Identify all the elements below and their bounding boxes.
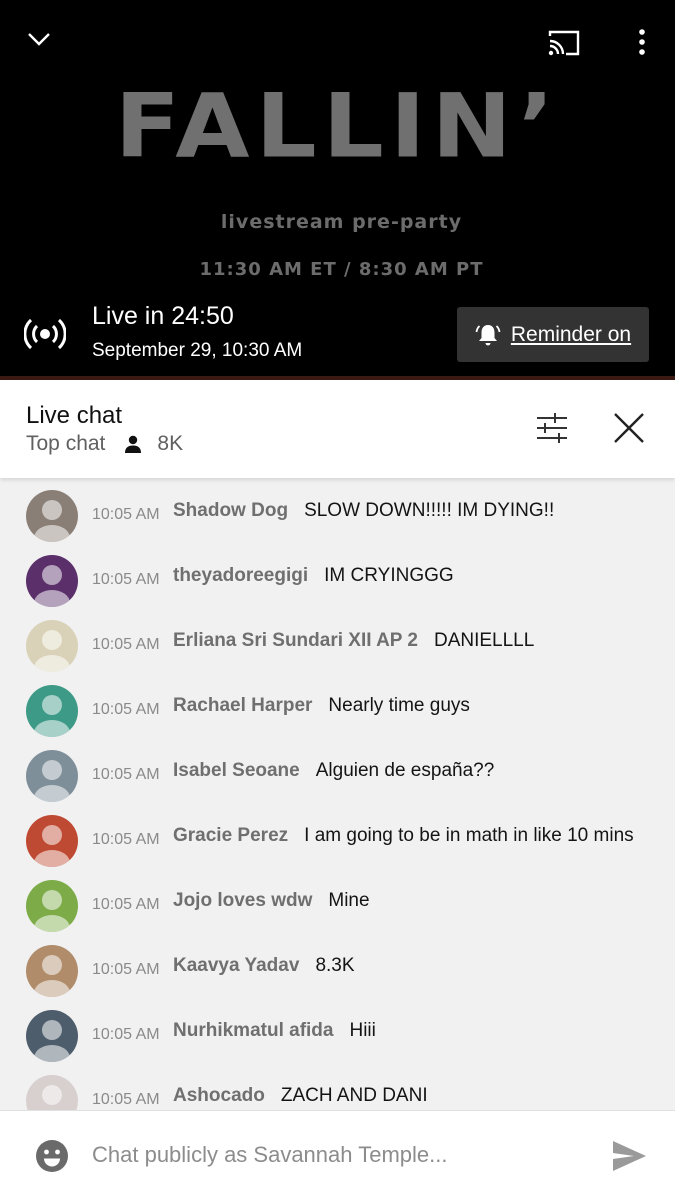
avatar[interactable]: [26, 555, 78, 607]
filter-icon[interactable]: [531, 408, 571, 448]
message-time: 10:05 AM: [92, 896, 160, 913]
message-time: 10:05 AM: [92, 961, 160, 978]
message-author[interactable]: Erliana Sri Sundari XII AP 2: [173, 630, 418, 651]
message-text: DANIELLLL: [433, 630, 535, 651]
chat-message[interactable]: 10:05 AM Rachael Harper Nearly time guys: [0, 678, 675, 743]
message-text: 8.3K: [315, 955, 355, 976]
chat-mode-label: Top chat: [26, 432, 106, 455]
cast-icon[interactable]: [544, 26, 584, 60]
chat-message[interactable]: 10:05 AM Nurhikmatul afida Hiii: [0, 1003, 675, 1068]
emoji-icon[interactable]: [34, 1138, 70, 1174]
avatar[interactable]: [26, 620, 78, 672]
message-time: 10:05 AM: [92, 636, 160, 653]
avatar[interactable]: [26, 490, 78, 542]
message-text: I am going to be in math in like 10 mins: [304, 825, 634, 846]
close-icon[interactable]: [610, 409, 648, 447]
avatar[interactable]: [26, 1010, 78, 1062]
live-countdown: Live in 24:50: [92, 302, 234, 330]
reminder-button[interactable]: Reminder on: [457, 307, 649, 362]
chat-input[interactable]: [92, 1137, 562, 1173]
avatar[interactable]: [26, 880, 78, 932]
avatar[interactable]: [26, 815, 78, 867]
message-time: 10:05 AM: [92, 831, 160, 848]
chat-message-list[interactable]: 10:05 AM Shadow Dog SLOW DOWN!!!!! IM DYIN…: [0, 478, 675, 1110]
message-time: 10:05 AM: [92, 701, 160, 718]
message-text: IM CRYINGGG: [324, 565, 454, 586]
bell-icon: [475, 322, 501, 348]
chat-input-bar: [0, 1110, 675, 1201]
message-text: Nearly time guys: [328, 695, 470, 716]
reminder-label: Reminder on: [510, 322, 632, 346]
message-text: Hiii: [349, 1020, 376, 1041]
avatar[interactable]: [26, 1075, 78, 1110]
poster-title: FALLIN’: [114, 74, 561, 178]
message-author[interactable]: Isabel Seoane: [173, 760, 300, 781]
message-text: Mine: [328, 890, 370, 911]
scheduled-date: September 29, 10:30 AM: [92, 340, 303, 361]
more-vert-icon[interactable]: [628, 26, 656, 58]
chat-message[interactable]: 10:05 AM Jojo loves wdw Mine: [0, 873, 675, 938]
message-author[interactable]: Gracie Perez: [173, 825, 288, 846]
message-author[interactable]: Jojo loves wdw: [173, 890, 312, 911]
chat-title: Live chat: [26, 402, 123, 429]
message-author[interactable]: Ashocado: [173, 1085, 265, 1106]
chat-message[interactable]: 10:05 AM theyadoreegigi IM CRYINGGG: [0, 548, 675, 613]
avatar[interactable]: [26, 750, 78, 802]
message-author[interactable]: Nurhikmatul afida: [173, 1020, 333, 1041]
message-time: 10:05 AM: [92, 506, 160, 523]
chat-header: Live chat Top chat 8K: [0, 380, 675, 478]
message-author[interactable]: Kaavya Yadav: [173, 955, 299, 976]
avatar[interactable]: [26, 685, 78, 737]
poster-time: 11:30 AM ET / 8:30 AM PT: [199, 259, 484, 280]
chat-message[interactable]: 10:05 AM Gracie Perez I am going to be in …: [0, 808, 675, 873]
message-author[interactable]: Shadow Dog: [173, 500, 288, 521]
person-icon: [123, 434, 143, 454]
chevron-down-icon[interactable]: [22, 24, 56, 54]
send-icon[interactable]: [610, 1137, 648, 1175]
message-time: 10:05 AM: [92, 766, 160, 783]
message-time: 10:05 AM: [92, 1026, 160, 1043]
message-author[interactable]: Rachael Harper: [173, 695, 312, 716]
message-author[interactable]: theyadoreegigi: [173, 565, 308, 586]
poster-subtitle: livestream pre-party: [220, 211, 463, 233]
live-broadcast-icon: [23, 314, 67, 354]
chat-message[interactable]: 10:05 AM Erliana Sri Sundari XII AP 2 DANI…: [0, 613, 675, 678]
message-time: 10:05 AM: [92, 571, 160, 588]
video-player[interactable]: FALLIN’ livestream pre-party 11:30 AM ET…: [0, 0, 675, 380]
chat-mode-selector[interactable]: Top chat 8K: [26, 432, 183, 456]
message-text: SLOW DOWN!!!!! IM DYING!!: [304, 500, 555, 521]
chat-message[interactable]: 10:05 AM Isabel Seoane Alguien de españa??: [0, 743, 675, 808]
message-text: Alguien de españa??: [315, 760, 495, 781]
viewer-count: 8K: [157, 432, 184, 455]
chat-message[interactable]: 10:05 AM Shadow Dog SLOW DOWN!!!!! IM DYIN…: [0, 483, 675, 548]
message-text: ZACH AND DANI: [280, 1085, 428, 1106]
chat-message[interactable]: 10:05 AM Kaavya Yadav 8.3K: [0, 938, 675, 1003]
avatar[interactable]: [26, 945, 78, 997]
chat-message[interactable]: 10:05 AM Ashocado ZACH AND DANI: [0, 1068, 675, 1110]
message-time: 10:05 AM: [92, 1091, 160, 1108]
